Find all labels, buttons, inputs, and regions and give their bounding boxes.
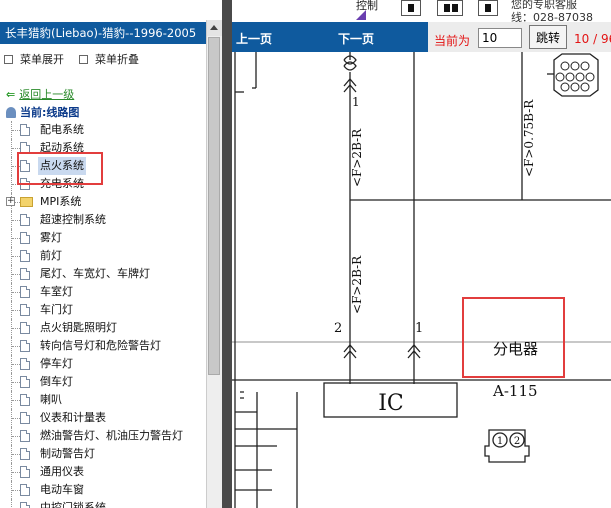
document-icon: [20, 286, 30, 298]
tree-item-label: 仪表和计量表: [40, 411, 106, 424]
ic-label: IC: [378, 391, 404, 416]
folder-icon: [20, 197, 33, 207]
tree-item-label: 倒车灯: [40, 375, 73, 388]
document-icon: [20, 124, 30, 136]
tree-item-label: 前灯: [40, 249, 62, 262]
globe-icon: [6, 106, 16, 118]
next-page-link[interactable]: 下一页: [338, 30, 374, 47]
tree-item[interactable]: 点火钥匙照明灯: [0, 319, 205, 337]
document-icon: [20, 304, 30, 316]
tree-item[interactable]: 配电系统: [0, 121, 205, 139]
highlight-box-ignition: [17, 152, 103, 185]
tree-item-label: 燃油警告灯、机油压力警告灯: [40, 429, 183, 442]
back-arrow-icon: ⇐: [6, 88, 16, 101]
expand-plus-icon[interactable]: +: [6, 197, 15, 206]
connector-pin-label-2: 2: [514, 436, 520, 447]
document-icon: [20, 394, 30, 406]
tree-item-label: 车室灯: [40, 285, 73, 298]
page-navigation: 上一页 下一页 当前为 跳转 10 / 96: [232, 22, 611, 52]
document-icon: [20, 448, 30, 460]
pin-number-1: 1: [415, 321, 423, 336]
document-icon: [20, 412, 30, 424]
tree-item[interactable]: 雾灯: [0, 229, 205, 247]
tree-item-label: 中控门锁系统: [40, 501, 106, 508]
document-icon: [20, 250, 30, 262]
panel-divider[interactable]: [222, 0, 232, 508]
tree-item[interactable]: 前灯: [0, 247, 205, 265]
expand-icon: [4, 54, 13, 64]
pin-number-top: 1: [352, 95, 360, 109]
tree-item-label: 尾灯、车宽灯、车牌灯: [40, 267, 150, 280]
prev-page-link[interactable]: 上一页: [236, 30, 272, 47]
wiring-diagram-svg: 1 2 1 IC 分电器 A-115 1 2 <F>0.75B-R <F>2B-…: [232, 52, 611, 508]
document-icon: [20, 268, 30, 280]
menu-collapse-button[interactable]: 菜单折叠: [79, 51, 139, 67]
document-icon: [20, 430, 30, 442]
tree-item-label: 转向信号灯和危险警告灯: [40, 339, 161, 352]
tree-item[interactable]: 倒车灯: [0, 373, 205, 391]
current-page-label: 当前为: [434, 34, 471, 48]
scrollbar-thumb[interactable]: [208, 37, 220, 375]
wire-label-2b-r-lower: <F>2B-R: [350, 255, 364, 314]
next-page-icon[interactable]: [478, 0, 498, 16]
connector-pin-label-1: 1: [497, 436, 503, 447]
tree-item-label: 车门灯: [40, 303, 73, 316]
tree-item-label: 雾灯: [40, 231, 62, 244]
page-count: 10 / 96: [574, 32, 611, 46]
corner-marker-icon: [356, 10, 366, 20]
current-location: 当前:线路图: [6, 104, 79, 120]
sidebar-scrollbar[interactable]: [206, 20, 222, 508]
document-icon: [20, 466, 30, 478]
tree-item[interactable]: 燃油警告灯、机油压力警告灯: [0, 427, 205, 445]
tree-item[interactable]: 尾灯、车宽灯、车牌灯: [0, 265, 205, 283]
tree-item-label: 点火钥匙照明灯: [40, 321, 117, 334]
tree-item[interactable]: 仪表和计量表: [0, 409, 205, 427]
tree-item[interactable]: 中控门锁系统: [0, 499, 205, 508]
document-icon: [20, 358, 30, 370]
document-icon: [20, 484, 30, 496]
wire-label-2b-r-upper: <F>2B-R: [350, 128, 364, 187]
tree-item-label: 超速控制系统: [40, 213, 106, 226]
collapse-icon: [79, 54, 88, 64]
tree-item-label: 喇叭: [40, 393, 62, 406]
connector-id: A-115: [492, 382, 538, 400]
app-title: 长丰猎豹(Liebao)-猎豹--1996-2005: [0, 22, 206, 44]
tree-item-label: 配电系统: [40, 123, 84, 136]
tree-item[interactable]: 停车灯: [0, 355, 205, 373]
document-icon: [20, 214, 30, 226]
page-number-input[interactable]: [478, 28, 522, 48]
tree-item-label: 停车灯: [40, 357, 73, 370]
tree-item-label: MPI系统: [40, 195, 82, 208]
wiring-diagram: 1 2 1 IC 分电器 A-115 1 2 <F>0.75B-R <F>2B-…: [232, 52, 611, 508]
first-page-icon[interactable]: [401, 0, 421, 16]
tree-item[interactable]: + MPI系统: [0, 193, 205, 211]
document-icon: [20, 376, 30, 388]
menu-expand-button[interactable]: 菜单展开: [4, 51, 64, 67]
tree-item[interactable]: 通用仪表: [0, 463, 205, 481]
highlight-box-distributor: [462, 297, 565, 378]
tree-item[interactable]: 车室灯: [0, 283, 205, 301]
tree-item-label: 电动车窗: [40, 483, 84, 496]
left-panel: 长丰猎豹(Liebao)-猎豹--1996-2005 菜单展开 菜单折叠 ⇐ 返回…: [0, 0, 222, 508]
tree-item[interactable]: 制动警告灯: [0, 445, 205, 463]
scroll-up-icon[interactable]: [207, 20, 222, 36]
jump-button[interactable]: 跳转: [529, 25, 567, 49]
back-link[interactable]: ⇐ 返回上一级: [6, 86, 74, 102]
tree-item[interactable]: 车门灯: [0, 301, 205, 319]
top-toolbar: 控制 您的专职客服 线：028-87038: [232, 0, 611, 24]
tree-item-label: 通用仪表: [40, 465, 84, 478]
pin-number-2: 2: [334, 321, 342, 336]
tree-item[interactable]: 超速控制系统: [0, 211, 205, 229]
tree-item-label: 制动警告灯: [40, 447, 95, 460]
document-icon: [20, 322, 30, 334]
right-panel: 控制 您的专职客服 线：028-87038 上一页 下一页 当前为 跳转 10 …: [232, 0, 611, 508]
tree-item[interactable]: 转向信号灯和危险警告灯: [0, 337, 205, 355]
document-icon: [20, 232, 30, 244]
tree-item[interactable]: 喇叭: [0, 391, 205, 409]
document-icon: [20, 340, 30, 352]
document-icon: [20, 502, 30, 508]
wire-label-0.75b-r: <F>0.75B-R: [522, 99, 536, 177]
tree-item[interactable]: 电动车窗: [0, 481, 205, 499]
prev-page-icon[interactable]: [437, 0, 463, 16]
